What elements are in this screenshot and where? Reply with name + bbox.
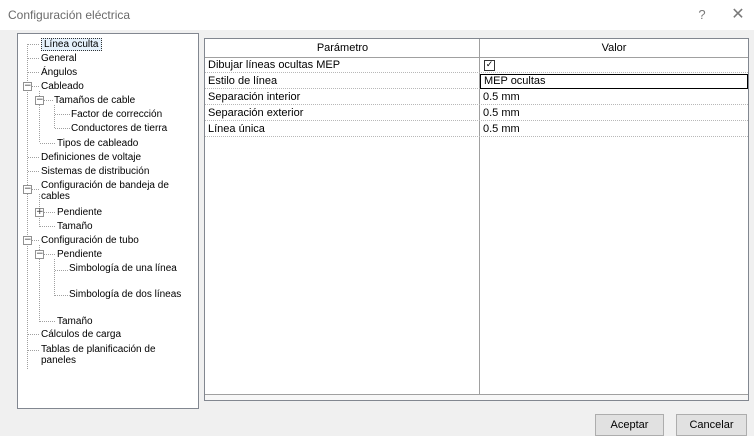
- settings-tree[interactable]: Línea oculta General Ángulos − Cableado …: [17, 33, 199, 409]
- value-cell[interactable]: 0.5 mm: [480, 90, 748, 105]
- param-cell: Separación interior: [208, 91, 301, 103]
- title-bar: Configuración eléctrica ? ✕: [0, 0, 754, 30]
- cancel-button[interactable]: Cancelar: [676, 414, 747, 436]
- tree-item-factor-de-correccion[interactable]: Factor de corrección: [71, 109, 162, 120]
- param-cell: Línea única: [208, 123, 265, 135]
- collapse-pendiente-tubo-icon[interactable]: −: [35, 250, 44, 259]
- tree-item-pendiente-tubo[interactable]: Pendiente: [57, 249, 102, 260]
- tree-item-tamanos-de-cable[interactable]: Tamaños de cable: [54, 95, 135, 106]
- help-button[interactable]: ?: [694, 6, 710, 24]
- collapse-tamanos-cable-icon[interactable]: −: [35, 96, 44, 105]
- column-header-valor[interactable]: Valor: [480, 39, 748, 58]
- tree-item-configuracion-de-tubo[interactable]: Configuración de tubo: [41, 235, 139, 246]
- close-button[interactable]: ✕: [728, 6, 748, 24]
- tree-item-pendiente-bandeja[interactable]: Pendiente: [57, 207, 102, 218]
- estilo-de-linea-field[interactable]: MEP ocultas: [480, 74, 748, 89]
- tree-item-simbologia-una-linea[interactable]: Simbología de una línea: [69, 263, 184, 274]
- table-row: Separación exterior 0.5 mm: [205, 106, 748, 121]
- tree-item-calculos-de-carga[interactable]: Cálculos de carga: [41, 329, 121, 340]
- expand-pendiente-bandeja-icon[interactable]: +: [35, 208, 44, 217]
- table-row: Estilo de línea MEP ocultas: [205, 74, 748, 89]
- tree-item-simbologia-dos-lineas[interactable]: Simbología de dos líneas: [69, 289, 184, 300]
- tree-item-tipos-de-cableado[interactable]: Tipos de cableado: [57, 138, 138, 149]
- tree-item-angulos[interactable]: Ángulos: [41, 67, 77, 78]
- tree-item-tamano-bandeja[interactable]: Tamaño: [57, 221, 93, 232]
- parameter-grid: Parámetro Valor Dibujar líneas ocultas M…: [204, 38, 749, 401]
- tree-item-sistemas-de-distribucion[interactable]: Sistemas de distribución: [41, 166, 149, 177]
- table-row: Línea única 0.5 mm: [205, 122, 748, 137]
- param-cell: Estilo de línea: [208, 75, 278, 87]
- value-cell[interactable]: 0.5 mm: [480, 122, 748, 137]
- value-cell[interactable]: 0.5 mm: [480, 106, 748, 121]
- window-title: Configuración eléctrica: [8, 8, 131, 22]
- param-cell: Separación exterior: [208, 107, 304, 119]
- tree-item-general[interactable]: General: [41, 53, 77, 64]
- tree-item-definiciones-de-voltaje[interactable]: Definiciones de voltaje: [41, 152, 141, 163]
- ok-button[interactable]: Aceptar: [595, 414, 664, 436]
- tree-item-configuracion-bandeja-cables[interactable]: Configuración de bandeja de cables: [41, 180, 191, 202]
- tree-item-tamano-tubo[interactable]: Tamaño: [57, 316, 93, 327]
- collapse-tubo-icon[interactable]: −: [23, 236, 32, 245]
- tree-item-conductores-de-tierra[interactable]: Conductores de tierra: [71, 123, 167, 134]
- collapse-cableado-icon[interactable]: −: [23, 82, 32, 91]
- table-row: Separación interior 0.5 mm: [205, 90, 748, 105]
- column-header-parametro[interactable]: Parámetro: [205, 39, 480, 58]
- dibujar-lineas-ocultas-checkbox[interactable]: ✓: [484, 60, 495, 71]
- tree-item-cableado[interactable]: Cableado: [41, 81, 84, 92]
- param-cell: Dibujar líneas ocultas MEP: [208, 59, 341, 71]
- tree-item-tablas-planificacion-paneles[interactable]: Tablas de planificación de paneles: [41, 344, 181, 366]
- tree-item-linea-oculta[interactable]: Línea oculta: [41, 38, 102, 51]
- table-row: Dibujar líneas ocultas MEP ✓: [205, 58, 748, 73]
- grid-header: Parámetro Valor: [205, 39, 748, 58]
- value-cell: MEP ocultas: [484, 75, 546, 87]
- grid-horizontal-scrollbar[interactable]: [205, 394, 748, 400]
- collapse-bandeja-icon[interactable]: −: [23, 185, 32, 194]
